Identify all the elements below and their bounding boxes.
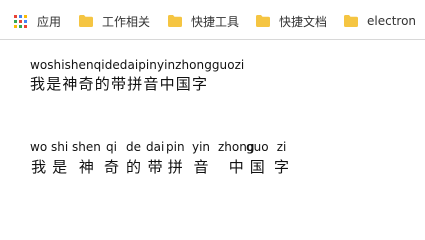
grid-dot — [14, 14, 17, 18]
ruby-cell: qi 奇 — [104, 140, 119, 176]
ruby-hanzi: 国 — [249, 158, 265, 176]
ruby-cell: shen 神 — [72, 140, 101, 176]
ruby-hanzi: 拼 — [167, 158, 183, 176]
bookmarks-bar: 应用 工作相关 快捷工具 快捷文档 electron — [0, 0, 425, 40]
apps-shortcut[interactable]: 应用 — [14, 12, 61, 30]
ruby-cell: zi 字 — [274, 140, 289, 176]
ruby-hanzi: 带 — [147, 158, 163, 176]
ruby-cell: shi 是 — [51, 140, 68, 176]
ruby-cell: wo 我 — [30, 140, 47, 176]
ruby-pinyin: zi — [276, 140, 287, 154]
grid-dot — [24, 14, 27, 18]
example1-hanzi: 我是神奇的带拼音中国字 — [30, 75, 209, 93]
ruby-cell: guo 国 — [246, 140, 269, 176]
apps-label: 应用 — [37, 14, 62, 29]
example1-pinyin: woshishenqidedaipinyinzhongguozi — [30, 58, 245, 72]
grid-dot — [14, 24, 17, 28]
grid-dot — [14, 19, 17, 23]
ruby-hanzi: 音 — [193, 158, 209, 176]
bookmark-label: electron — [367, 14, 417, 28]
ruby-cell: yin 音 — [192, 140, 210, 176]
ruby-pinyin: shen — [72, 140, 101, 154]
folder-icon — [168, 15, 182, 27]
ruby-cell: pin 拼 — [166, 140, 185, 176]
bookmark-label: 工作相关 — [102, 14, 151, 29]
ruby-hanzi: 我 — [31, 158, 47, 176]
grid-dot — [24, 19, 27, 23]
ruby-pinyin: pin — [166, 140, 185, 154]
ruby-pinyin: qi — [106, 140, 117, 154]
ruby-pinyin: dai — [146, 140, 165, 154]
ruby-hanzi: 是 — [52, 158, 68, 176]
ruby-cell: de 的 — [126, 140, 141, 176]
grid-dot — [19, 24, 22, 28]
folder-icon — [79, 15, 93, 27]
bookmark-folder-work[interactable]: 工作相关 — [79, 12, 150, 30]
bookmark-label: 快捷文档 — [279, 14, 328, 29]
bookmark-folder-docs[interactable]: 快捷文档 — [256, 12, 327, 30]
ruby-pinyin: wo — [30, 140, 48, 154]
ruby-pinyin: shi — [51, 140, 69, 154]
grid-dot — [19, 19, 22, 23]
bookmark-folder-tools[interactable]: 快捷工具 — [168, 12, 239, 30]
ruby-cell: dai 带 — [146, 140, 164, 176]
bookmark-folder-electron[interactable]: electron — [344, 12, 416, 30]
folder-icon — [344, 15, 358, 27]
apps-grid-icon — [14, 14, 27, 28]
ruby-hanzi: 奇 — [104, 158, 120, 176]
grid-dot — [24, 24, 27, 28]
ruby-hanzi: 神 — [78, 158, 94, 176]
ruby-pinyin: yin — [192, 140, 211, 154]
folder-icon — [256, 15, 270, 27]
grid-dot — [19, 14, 22, 18]
ruby-hanzi: 字 — [274, 158, 290, 176]
ruby-pinyin: guo — [246, 140, 269, 154]
ruby-pinyin: de — [126, 140, 141, 154]
bookmark-label: 快捷工具 — [191, 14, 240, 29]
ruby-hanzi: 的 — [126, 158, 142, 176]
